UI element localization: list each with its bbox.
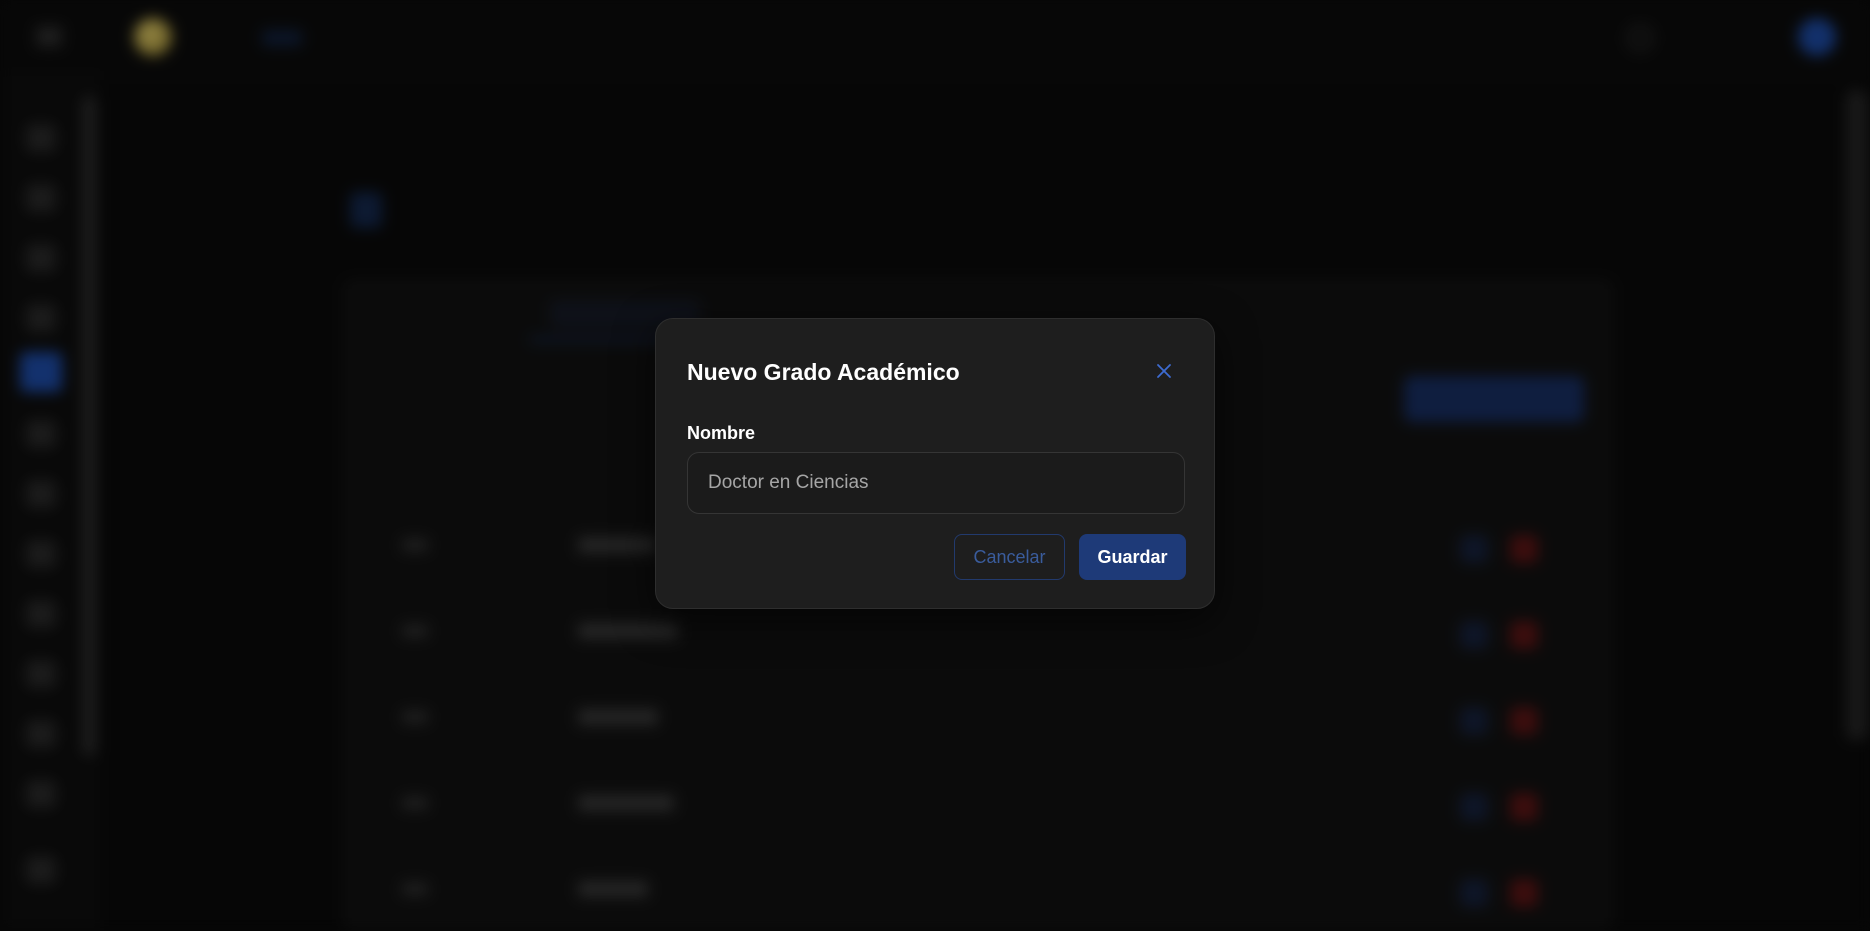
name-label: Nombre — [687, 423, 756, 443]
name-input[interactable] — [687, 452, 1185, 514]
save-button[interactable]: Guardar — [1079, 534, 1186, 580]
close-button[interactable] — [1150, 357, 1178, 385]
close-icon — [1157, 364, 1171, 378]
new-degree-modal: Nuevo Grado Académico Nombre Cancelar Gu… — [655, 318, 1215, 609]
modal-title: Nuevo Grado Académico — [687, 359, 960, 385]
cancel-button[interactable]: Cancelar — [954, 534, 1065, 580]
